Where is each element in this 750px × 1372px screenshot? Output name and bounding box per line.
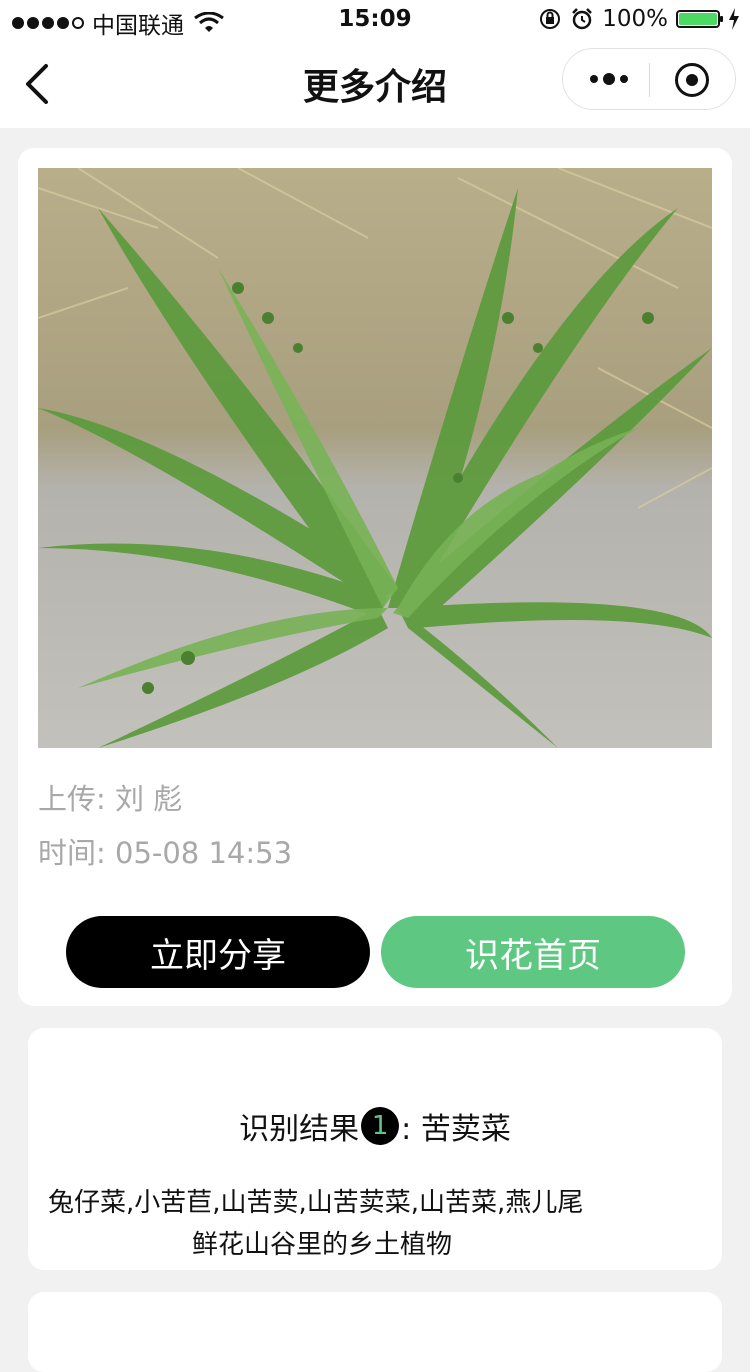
plant-photo	[38, 168, 712, 748]
result-card: 识别结果 1 : 苦荬菜 兔仔菜,小苦苣,山苦荬,山苦荬菜,山苦菜,燕儿尾 鲜花…	[28, 1028, 722, 1270]
plant-aliases: 兔仔菜,小苦苣,山苦荬,山苦荬菜,山苦菜,燕儿尾	[48, 1188, 584, 1218]
home-button[interactable]: 识花首页	[381, 916, 685, 988]
rotation-lock-icon	[540, 9, 561, 29]
photo-card: 上传: 刘 彪 时间: 05-08 14:53 立即分享 识花首页	[18, 148, 732, 1006]
uploader-text: 上传: 刘 彪	[38, 782, 183, 816]
result-heading: 识别结果 1 : 苦荬菜	[28, 1104, 722, 1148]
nav-bar: 更多介绍	[0, 40, 750, 128]
plant-photo-illustration	[38, 168, 712, 748]
result-plant-name: : 苦荬菜	[401, 1112, 511, 1147]
next-card	[28, 1292, 722, 1372]
upload-time-text: 时间: 05-08 14:53	[38, 836, 293, 870]
result-index-badge: 1	[361, 1107, 400, 1145]
charging-icon	[729, 8, 739, 30]
close-target-icon[interactable]	[675, 63, 709, 97]
more-menu-icon[interactable]	[585, 64, 633, 94]
alarm-icon	[572, 8, 593, 30]
battery-icon	[676, 10, 723, 28]
status-bar: 中国联通 15:09 100%	[0, 0, 750, 40]
result-label: 识别结果	[239, 1112, 360, 1147]
plant-description: 鲜花山谷里的乡土植物	[192, 1230, 453, 1260]
capsule-divider	[649, 63, 650, 97]
status-right: 100%	[538, 6, 740, 32]
share-button[interactable]: 立即分享	[66, 916, 370, 988]
battery-percent: 100%	[602, 6, 668, 32]
mini-program-capsule	[562, 48, 736, 110]
